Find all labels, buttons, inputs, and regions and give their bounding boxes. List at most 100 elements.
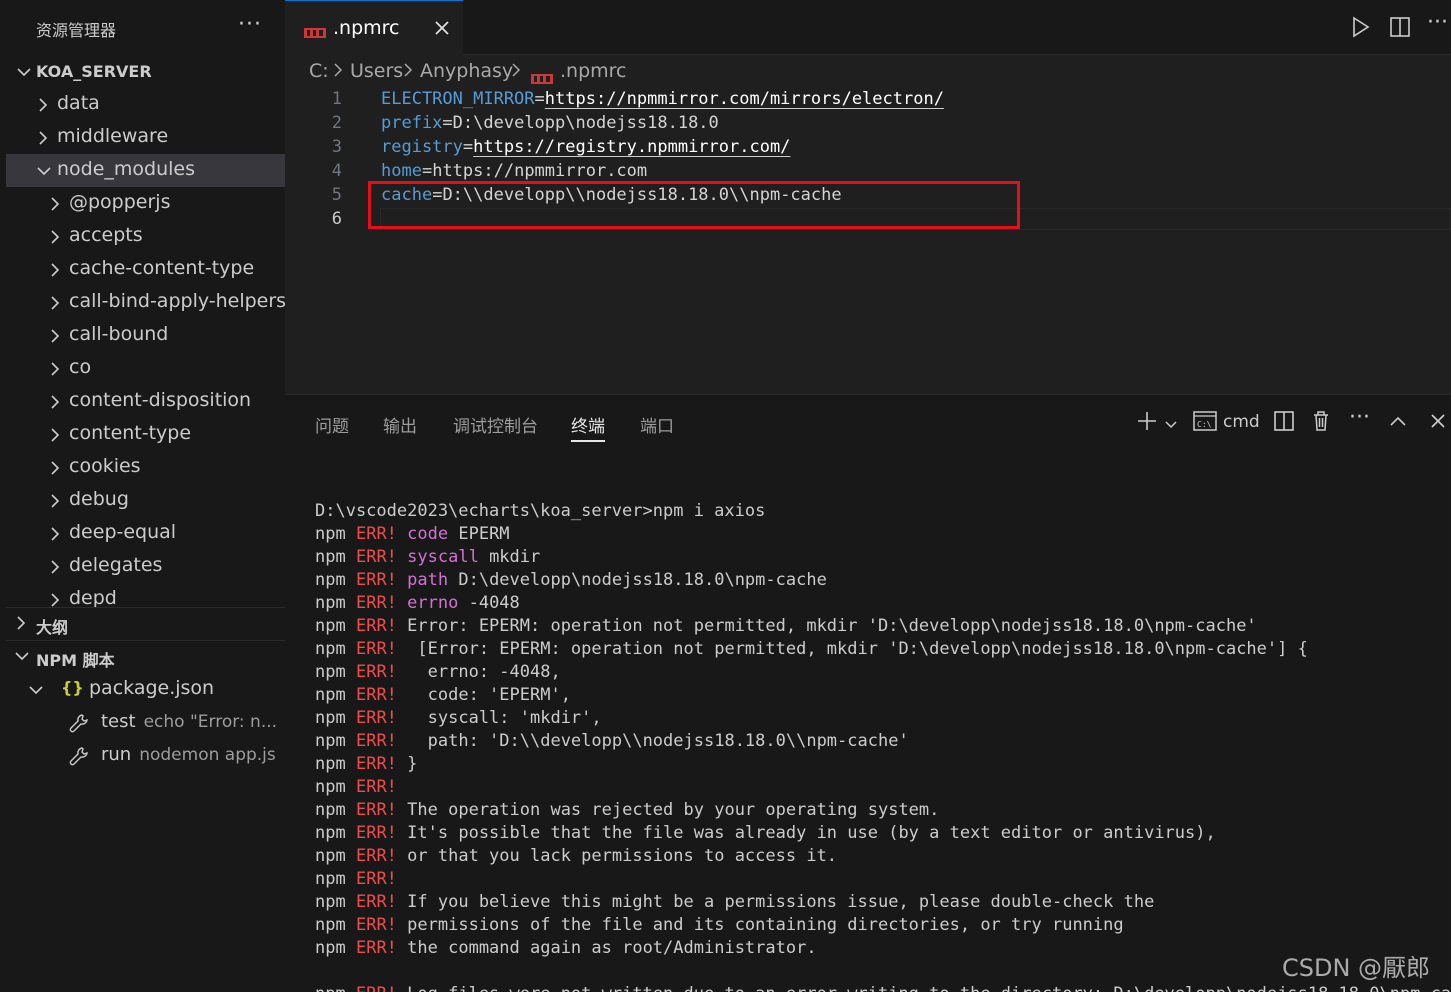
- terminal-line: npm ERR! path: 'D:\\developp\\nodejss18.…: [315, 730, 1445, 753]
- tab-terminal[interactable]: 终端: [571, 412, 605, 442]
- tree-item[interactable]: @popperjs: [6, 187, 285, 220]
- tree-item-label: call-bound: [69, 323, 169, 345]
- split-terminal-icon[interactable]: [1273, 410, 1295, 436]
- tree-item-label: accepts: [69, 224, 143, 246]
- error-field-key: code: [407, 524, 449, 544]
- terminal-line: npm ERR! code EPERM: [315, 523, 1445, 546]
- chevron-down-icon: [14, 648, 30, 668]
- tree-item-label: cache-content-type: [69, 257, 255, 279]
- script-test[interactable]: test echo "Error: n...: [6, 706, 285, 739]
- more-actions-icon[interactable]: ···: [1349, 405, 1370, 430]
- error-field-key: errno: [407, 593, 459, 613]
- code-line[interactable]: 4 home=https://npmmirror.com: [285, 159, 1451, 183]
- tree-item[interactable]: content-type: [6, 418, 285, 451]
- more-actions-icon[interactable]: ···: [238, 12, 262, 37]
- tab-npmrc[interactable]: .npmrc: [285, 0, 463, 55]
- terminal-profile-icon[interactable]: C:\: [1193, 410, 1217, 436]
- tree-item[interactable]: content-disposition: [6, 385, 285, 418]
- chevron-right-icon: [46, 451, 66, 484]
- terminal-output[interactable]: D:\vscode2023\echarts\koa_server>npm i a…: [315, 477, 1451, 992]
- code-line[interactable]: 3 registry=https://registry.npmmirror.com…: [285, 135, 1451, 159]
- more-actions-icon[interactable]: ···: [1427, 10, 1448, 35]
- shell-label[interactable]: cmd: [1223, 412, 1260, 432]
- config-url[interactable]: https://npmmirror.com/mirrors/electron/: [545, 89, 944, 109]
- code-line[interactable]: 1 ELECTRON_MIRROR=https://npmmirror.com/m…: [285, 87, 1451, 111]
- chevron-down-icon: [14, 55, 34, 88]
- tree-item-label: @popperjs: [69, 191, 171, 213]
- breadcrumb-item[interactable]: Users: [350, 60, 403, 82]
- code-line[interactable]: 2 prefix=D:\developp\nodejss18.18.0: [285, 111, 1451, 135]
- tree-item[interactable]: delegates: [6, 550, 285, 583]
- tree-item[interactable]: accepts: [6, 220, 285, 253]
- terminal-text: errno: -4048,: [407, 662, 561, 682]
- terminal-text: permissions of the file and its containi…: [407, 915, 1124, 935]
- chevron-down-icon: [34, 154, 54, 187]
- chevron-right-icon: [34, 88, 54, 121]
- breadcrumb-item[interactable]: Anyphasy: [420, 60, 513, 82]
- outline-section[interactable]: 大纲: [6, 607, 285, 639]
- terminal-line: npm ERR! the command again as root/Admin…: [315, 937, 1445, 960]
- tree-item[interactable]: call-bind-apply-helpers: [6, 286, 285, 319]
- tree-item[interactable]: debug: [6, 484, 285, 517]
- tree-item[interactable]: data: [6, 88, 285, 121]
- tree-item-label: middleware: [57, 125, 169, 147]
- config-value: D:\developp\nodejss18.18.0: [452, 113, 719, 133]
- err-tag: ERR!: [355, 547, 397, 567]
- terminal-line: D:\vscode2023\echarts\koa_server>npm i a…: [315, 500, 1445, 523]
- line-text: registry=https://registry.npmmirror.com/: [381, 135, 790, 159]
- tree-item[interactable]: co: [6, 352, 285, 385]
- npm-scripts-section[interactable]: NPM 脚本: [6, 640, 285, 672]
- tree-item-label: depd: [69, 587, 117, 609]
- terminal-line: npm ERR! }: [315, 753, 1445, 776]
- terminal-text: D:\vscode2023\echarts\koa_server>npm i a…: [315, 501, 766, 521]
- tab-problems[interactable]: 问题: [315, 412, 349, 437]
- equals-sign: =: [421, 161, 433, 181]
- npm-scripts-label: NPM 脚本: [36, 651, 115, 670]
- err-tag: ERR!: [355, 685, 397, 705]
- tree-item[interactable]: middleware: [6, 121, 285, 154]
- config-key: home: [381, 161, 422, 181]
- npm-prefix: npm: [315, 800, 346, 820]
- split-editor-icon[interactable]: [1389, 16, 1411, 42]
- close-icon[interactable]: [433, 19, 451, 41]
- err-tag: ERR!: [355, 800, 397, 820]
- line-text: prefix=D:\developp\nodejss18.18.0: [381, 111, 719, 135]
- tree-item[interactable]: call-bound: [6, 319, 285, 352]
- tab-debug-console[interactable]: 调试控制台: [453, 412, 538, 437]
- npm-prefix: npm: [315, 639, 346, 659]
- npm-prefix: npm: [315, 915, 346, 935]
- tree-item[interactable]: deep-equal: [6, 517, 285, 550]
- npm-prefix: npm: [315, 823, 346, 843]
- config-url[interactable]: https://registry.npmmirror.com/: [473, 137, 790, 157]
- chevron-down-icon[interactable]: [1164, 416, 1178, 435]
- breadcrumb-item[interactable]: .npmrc: [560, 60, 627, 82]
- folder-root[interactable]: KOA_SERVER: [6, 55, 285, 88]
- npm-prefix: npm: [315, 708, 346, 728]
- err-tag: ERR!: [355, 823, 397, 843]
- close-panel-icon[interactable]: [1429, 412, 1447, 434]
- tree-item[interactable]: node_modules: [6, 154, 285, 187]
- add-terminal-icon[interactable]: [1136, 410, 1158, 436]
- explorer-sidebar: 资源管理器 ··· KOA_SERVER data middleware node_…: [0, 0, 285, 992]
- chevron-right-icon: [46, 517, 66, 550]
- script-command: echo "Error: n...: [143, 712, 278, 732]
- bottom-panel: 问题 输出 调试控制台 终端 端口 C:\ cmd ··· D:\vscode2…: [285, 394, 1451, 992]
- package-json-item[interactable]: {} package.json: [6, 673, 285, 706]
- chevron-right-icon: [46, 187, 66, 220]
- chevron-right-icon: [46, 319, 66, 352]
- npm-prefix: npm: [315, 869, 346, 889]
- code-editor[interactable]: 1 ELECTRON_MIRROR=https://npmmirror.com/m…: [285, 87, 1451, 394]
- folder-root-label: KOA_SERVER: [36, 62, 152, 81]
- wrench-icon: [68, 745, 90, 772]
- tab-ports[interactable]: 端口: [640, 412, 674, 437]
- trash-icon[interactable]: [1311, 410, 1331, 436]
- run-icon[interactable]: [1351, 16, 1371, 42]
- terminal-line: npm ERR! If you believe this might be a …: [315, 891, 1445, 914]
- tree-item[interactable]: cache-content-type: [6, 253, 285, 286]
- tree-item[interactable]: cookies: [6, 451, 285, 484]
- tab-output[interactable]: 输出: [383, 412, 417, 437]
- terminal-text: EPERM: [448, 524, 510, 544]
- breadcrumb-item[interactable]: C:: [309, 60, 329, 82]
- maximize-panel-icon[interactable]: [1389, 413, 1407, 432]
- script-run[interactable]: run nodemon app.js: [6, 739, 285, 772]
